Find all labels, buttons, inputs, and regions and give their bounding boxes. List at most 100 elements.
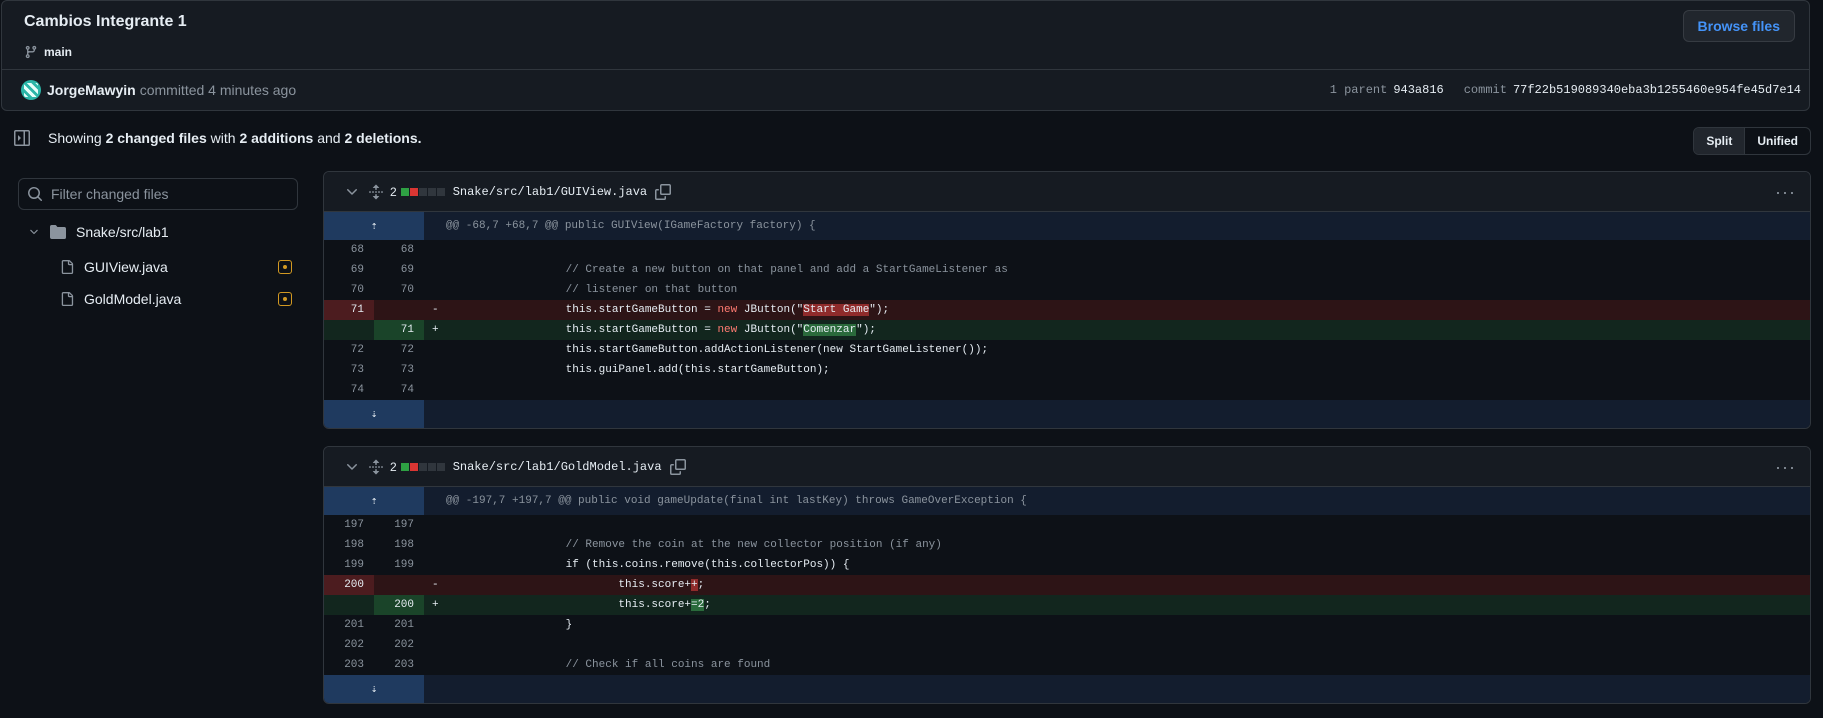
avatar[interactable] <box>21 80 41 100</box>
file-icon <box>61 292 74 306</box>
diff-line: 69 69 // Create a new button on that pane… <box>324 260 1810 280</box>
new-line-number[interactable]: 68 <box>374 240 424 260</box>
chevron-down-icon <box>30 229 38 235</box>
commit-byline: JorgeMawyin committed 4 minutes ago 1 pa… <box>2 70 1809 110</box>
diff-line: 70 70 // listener on that button <box>324 280 1810 300</box>
filter-files-input[interactable] <box>51 186 281 202</box>
diff-summary: Showing 2 changed files with 2 additions… <box>14 130 422 146</box>
file-icon <box>61 260 74 274</box>
old-line-number[interactable]: 199 <box>324 555 374 575</box>
split-button[interactable]: Split <box>1694 128 1746 154</box>
expand-all-icon[interactable] <box>368 184 384 200</box>
old-line-number[interactable]: 74 <box>324 380 374 400</box>
diffstat-bar <box>400 462 445 471</box>
old-line-number[interactable]: 73 <box>324 360 374 380</box>
file-modified-icon <box>278 292 292 306</box>
diff-line: 197 197 <box>324 515 1810 535</box>
kebab-menu-icon[interactable]: ··· <box>1775 457 1796 478</box>
new-line-number[interactable]: 202 <box>374 635 424 655</box>
old-line-number[interactable]: 71 <box>324 300 374 320</box>
copy-icon[interactable] <box>655 183 672 200</box>
kebab-menu-icon[interactable]: ··· <box>1775 182 1796 203</box>
new-line-number[interactable]: 199 <box>374 555 424 575</box>
commit-sha[interactable]: 77f22b519089340eba3b1255460e954fe45d7e14 <box>1513 83 1801 97</box>
old-line-number[interactable]: 202 <box>324 635 374 655</box>
diff-sign: - <box>424 300 448 320</box>
code-line <box>448 515 1810 535</box>
browse-files-button[interactable]: Browse files <box>1682 10 1795 42</box>
diff-file-path[interactable]: Snake/src/lab1/GoldModel.java <box>453 460 662 474</box>
code-line: this.score+=2; <box>448 595 1810 615</box>
new-line-number[interactable]: 197 <box>374 515 424 535</box>
tree-file-goldmodel[interactable]: GoldModel.java <box>60 285 292 313</box>
new-line-number[interactable]: 198 <box>374 535 424 555</box>
file-modified-icon <box>278 260 292 274</box>
diff-line: 74 74 <box>324 380 1810 400</box>
search-icon <box>28 187 43 202</box>
expand-up-icon[interactable]: ⇡ <box>324 212 424 240</box>
new-line-number[interactable]: 74 <box>374 380 424 400</box>
new-line-number[interactable]: 203 <box>374 655 424 675</box>
diff-line-deleted: 200 - this.score++; <box>324 575 1810 595</box>
old-line-number[interactable]: 72 <box>324 340 374 360</box>
diff-line: 203 203 // Check if all coins are found <box>324 655 1810 675</box>
old-line-number[interactable]: 198 <box>324 535 374 555</box>
sidebar-collapse-icon[interactable] <box>14 130 30 146</box>
code-line: // Remove the coin at the new collector … <box>460 539 942 551</box>
unified-button[interactable]: Unified <box>1745 128 1810 154</box>
diffstat-bar <box>400 187 445 196</box>
code-line <box>448 380 1810 400</box>
hunk-header: ⇡ @@ -68,7 +68,7 @@ public GUIView(IGame… <box>324 212 1810 240</box>
expand-all-icon[interactable] <box>368 459 384 475</box>
expand-up-icon[interactable]: ⇡ <box>324 487 424 515</box>
git-branch-icon <box>25 45 37 59</box>
expand-down-icon[interactable]: ⇣ <box>324 400 424 428</box>
chevron-down-icon[interactable] <box>344 184 360 200</box>
view-toggle: Split Unified <box>1693 127 1811 155</box>
author-link[interactable]: JorgeMawyin <box>47 82 136 98</box>
old-line-number[interactable]: 70 <box>324 280 374 300</box>
new-line-number[interactable]: 71 <box>374 320 424 340</box>
diff-line-added: 71 + this.startGameButton = new JButton("… <box>324 320 1810 340</box>
summary-deletions: 2 deletions. <box>344 130 422 146</box>
diff-line: 198 198 // Remove the coin at the new col… <box>324 535 1810 555</box>
old-line-number[interactable]: 69 <box>324 260 374 280</box>
code-line: // Check if all coins are found <box>460 659 771 671</box>
commit-header: Cambios Integrante 1 main Browse files J… <box>1 0 1810 111</box>
old-line-number[interactable]: 197 <box>324 515 374 535</box>
diff-change-count: 2 <box>390 459 397 474</box>
diff-file-path[interactable]: Snake/src/lab1/GUIView.java <box>453 185 647 199</box>
chevron-down-icon[interactable] <box>344 459 360 475</box>
expand-down-icon[interactable]: ⇣ <box>324 675 424 703</box>
old-line-number[interactable]: 203 <box>324 655 374 675</box>
branch-label[interactable]: main <box>24 45 72 59</box>
diff-sign: + <box>424 320 448 340</box>
new-line-number[interactable]: 201 <box>374 615 424 635</box>
new-line-number[interactable]: 73 <box>374 360 424 380</box>
folder-icon <box>50 225 66 239</box>
code-line: if (this.coins.remove(this.collectorPos)… <box>460 559 850 571</box>
diff-sign: + <box>424 595 448 615</box>
old-line-number[interactable]: 200 <box>324 575 374 595</box>
parent-sha-link[interactable]: 943a816 <box>1393 83 1443 97</box>
copy-icon[interactable] <box>669 458 686 475</box>
code-line: this.guiPanel.add(this.startGameButton); <box>460 364 830 376</box>
diff-line-deleted: 71 - this.startGameButton = new JButton("… <box>324 300 1810 320</box>
new-line-number[interactable]: 200 <box>374 595 424 615</box>
diff-change-count: 2 <box>390 184 397 199</box>
parent-label: 1 parent <box>1329 83 1388 97</box>
diff-file-goldmodel: 2 Snake/src/lab1/GoldModel.java ··· ⇡ @@… <box>323 446 1811 704</box>
diff-table: ⇡ @@ -68,7 +68,7 @@ public GUIView(IGame… <box>324 212 1810 428</box>
old-line-number[interactable]: 68 <box>324 240 374 260</box>
tree-file-guiview[interactable]: GUIView.java <box>60 253 292 281</box>
tree-folder[interactable]: Snake/src/lab1 <box>28 224 169 240</box>
summary-with: with <box>210 130 236 146</box>
hunk-header: ⇡ @@ -197,7 +197,7 @@ public void gameUp… <box>324 487 1810 515</box>
new-line-number[interactable]: 72 <box>374 340 424 360</box>
old-line-number <box>324 595 374 615</box>
old-line-number[interactable]: 201 <box>324 615 374 635</box>
new-line-number[interactable]: 69 <box>374 260 424 280</box>
summary-files: 2 changed files <box>105 130 207 146</box>
new-line-number[interactable]: 70 <box>374 280 424 300</box>
branch-name: main <box>44 45 73 59</box>
